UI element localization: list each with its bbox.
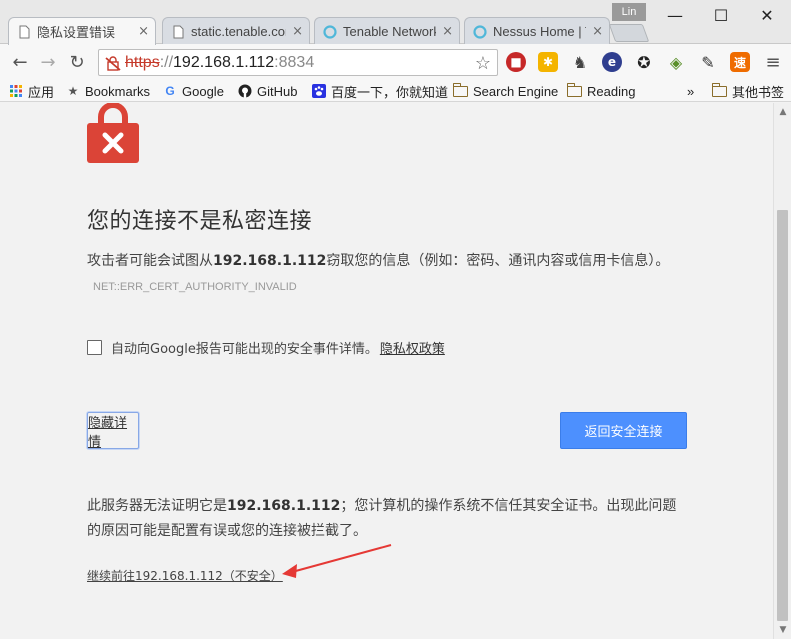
privacy-policy-link[interactable]: 隐私权政策: [380, 338, 445, 357]
extension-tool-icon[interactable]: ✎: [698, 52, 718, 72]
star-icon: ★: [67, 84, 79, 98]
bookmark-github[interactable]: GitHub: [238, 82, 297, 100]
interstitial-page: 您的连接不是私密连接 攻击者可能会试图从192.168.1.112窃取您的信息（…: [0, 103, 773, 639]
url-scheme: https: [125, 53, 160, 71]
evernote-icon[interactable]: ♞: [570, 52, 590, 72]
title-bar: 隐私设置错误 × static.tenable.cor × Tenable Ne…: [0, 0, 791, 45]
bookmark-folder-other[interactable]: 其他书签: [711, 82, 785, 100]
tab-tenable-network[interactable]: Tenable Network ×: [314, 17, 460, 45]
bookmark-google[interactable]: G Google: [163, 82, 224, 100]
tab-nessus-home[interactable]: Nessus Home | T ×: [464, 17, 610, 45]
page-title: 您的连接不是私密连接: [87, 209, 313, 234]
back-to-safety-button[interactable]: 返回安全连接: [560, 412, 687, 449]
tab-privacy-error[interactable]: 隐私设置错误 ×: [8, 17, 156, 45]
bookmarks-overflow-button[interactable]: »: [687, 82, 694, 100]
url-port: :8834: [274, 53, 315, 71]
url-separator: ://: [159, 53, 174, 71]
desc-text-after: 窃取您的信息（例如：密码、通讯内容或信用卡信息）。: [326, 253, 670, 269]
github-icon: [238, 84, 252, 98]
desc-host: 192.168.1.112: [213, 253, 327, 269]
proceed-unsafe-link[interactable]: 继续前往192.168.1.112（不安全）: [87, 567, 283, 584]
report-option: 自动向Google报告可能出现的安全事件详情。 隐私权政策: [87, 338, 445, 357]
forward-button[interactable]: →: [35, 50, 61, 74]
address-bar[interactable]: https://192.168.1.112:8834 ☆: [98, 49, 498, 76]
bookmark-folder-search-engine[interactable]: Search Engine: [452, 82, 559, 100]
browser-toolbar: ← → ↻ https://192.168.1.112:8834 ☆ ■ ✱ ♞…: [0, 44, 791, 80]
bookmark-apps[interactable]: 应用: [9, 82, 54, 100]
bookmark-folder-reading[interactable]: Reading: [566, 82, 636, 100]
tab-close-icon[interactable]: ×: [592, 24, 603, 39]
apps-grid-icon: [9, 84, 23, 98]
tab-title: 隐私设置错误: [37, 25, 116, 40]
extension-orange-icon[interactable]: 速: [730, 52, 750, 72]
new-tab-button[interactable]: [608, 24, 650, 42]
baidu-icon: [312, 84, 326, 98]
error-description: 攻击者可能会试图从192.168.1.112窃取您的信息（例如：密码、通讯内容或…: [87, 249, 677, 300]
details-host: 192.168.1.112: [227, 498, 341, 514]
adblock-icon[interactable]: ■: [506, 52, 526, 72]
bookmark-baidu[interactable]: 百度一下，你就知道: [312, 82, 448, 100]
tab-close-icon[interactable]: ×: [292, 24, 303, 39]
tab-close-icon[interactable]: ×: [442, 24, 453, 39]
tab-title: Tenable Network: [343, 24, 437, 39]
bookmark-label: GitHub: [257, 83, 298, 99]
profile-button[interactable]: Lin: [612, 3, 646, 21]
tab-static-tenable[interactable]: static.tenable.cor ×: [162, 17, 310, 45]
bookmarks-bar: 应用 ★ Bookmarks G Google GitHub 百度一下，你就知道…: [0, 80, 791, 102]
bookmark-label: 百度一下，你就知道: [331, 84, 449, 100]
minimize-button[interactable]: —: [652, 0, 698, 30]
details-text-before: 此服务器无法证明它是: [87, 498, 227, 514]
insecure-lock-icon[interactable]: [105, 55, 121, 71]
extension-box-icon[interactable]: ◈: [666, 52, 686, 72]
reload-button[interactable]: ↻: [64, 50, 90, 74]
error-lock-icon: [87, 103, 139, 163]
document-icon: [19, 25, 30, 38]
bookmark-label: Bookmarks: [85, 83, 151, 99]
folder-icon: [452, 82, 468, 97]
scroll-up-arrow-icon[interactable]: ▲: [774, 107, 791, 117]
folder-icon: [566, 82, 582, 97]
vertical-scrollbar[interactable]: ▲ ▼: [773, 103, 791, 639]
extension-star-icon[interactable]: ✱: [538, 52, 558, 72]
bookmark-label: 其他书签: [732, 84, 785, 100]
tenable-icon: [473, 24, 487, 39]
bookmark-label: Search Engine: [473, 83, 559, 99]
annotation-arrow-icon: [282, 544, 392, 578]
close-window-button[interactable]: ✕: [744, 0, 790, 30]
back-button[interactable]: ←: [7, 50, 33, 74]
bookmark-label: Google: [182, 83, 224, 99]
bookmark-label: 应用: [28, 84, 55, 100]
tenable-icon: [323, 24, 337, 39]
tab-title: Nessus Home | T: [493, 24, 587, 39]
scrollbar-thumb[interactable]: [777, 210, 788, 621]
maximize-button[interactable]: ☐: [698, 0, 744, 30]
extension-e-icon[interactable]: e: [602, 52, 622, 72]
tab-close-icon[interactable]: ×: [138, 24, 149, 39]
hide-details-button[interactable]: 隐藏详情: [87, 412, 139, 450]
desc-text-before: 攻击者可能会试图从: [87, 253, 213, 269]
bookmark-star-icon[interactable]: ☆: [475, 53, 491, 74]
folder-icon: [711, 82, 727, 97]
document-icon: [173, 25, 184, 38]
scroll-down-arrow-icon[interactable]: ▼: [774, 625, 791, 635]
details-explanation: 此服务器无法证明它是192.168.1.112；您计算机的操作系统不信任其安全证…: [87, 494, 687, 544]
google-icon: G: [165, 84, 175, 98]
tab-title: static.tenable.cor: [191, 24, 287, 39]
bookmark-label: »: [687, 83, 695, 99]
bookmark-label: Reading: [587, 83, 636, 99]
report-checkbox[interactable]: [87, 340, 102, 355]
bookmark-bookmarks[interactable]: ★ Bookmarks: [66, 82, 150, 100]
extension-sheriff-icon[interactable]: ✪: [634, 52, 654, 72]
report-label: 自动向Google报告可能出现的安全事件详情。: [111, 342, 378, 357]
url-host: 192.168.1.112: [173, 53, 275, 71]
menu-icon[interactable]: ≡: [760, 50, 786, 74]
error-code[interactable]: NET::ERR_CERT_AUTHORITY_INVALID: [93, 281, 297, 293]
